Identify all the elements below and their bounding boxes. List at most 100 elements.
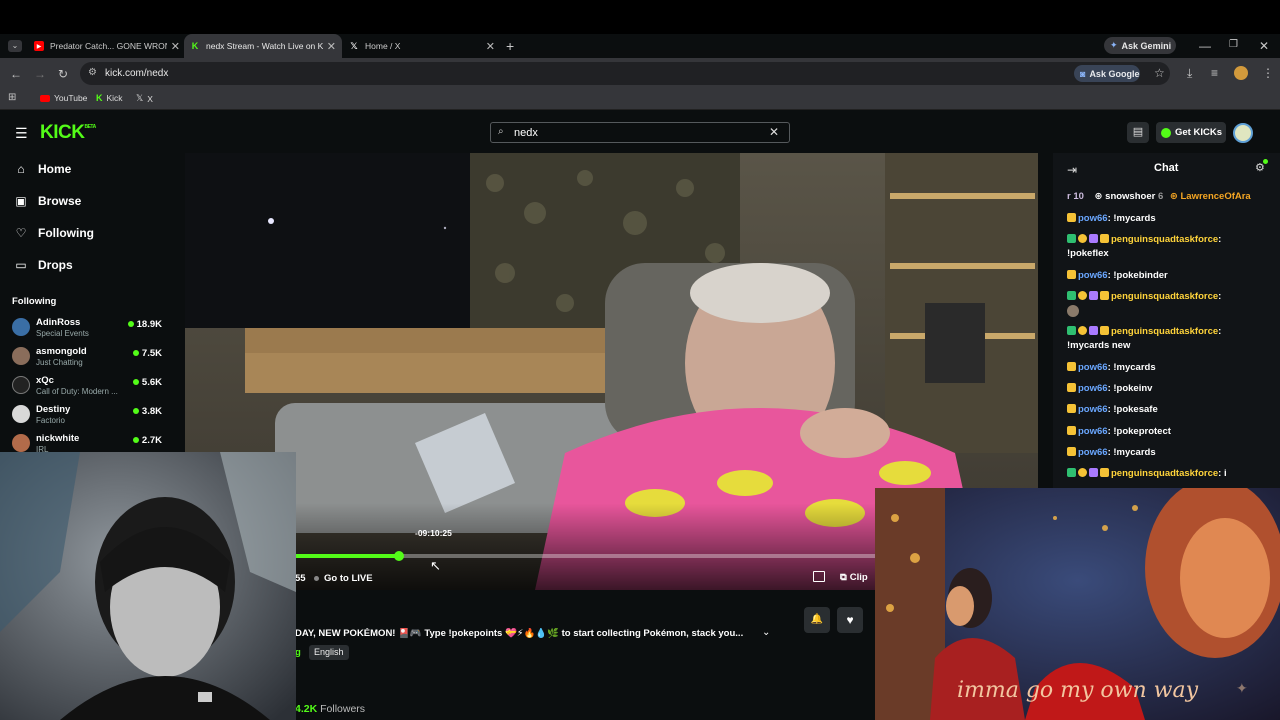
sparkle-icon: ✦ — [1236, 680, 1248, 696]
bookmark-x[interactable]: 𝕏 X — [136, 93, 153, 104]
trophy-icon: ⊛ — [1094, 191, 1103, 202]
language-tag[interactable]: English — [309, 645, 349, 660]
following-item[interactable]: AdinRoss Special Events 18.9K — [12, 315, 162, 341]
apps-grid-icon[interactable]: ⊞ — [8, 93, 16, 103]
avatar — [12, 318, 30, 336]
ask-gemini-button[interactable]: ✦ Ask Gemini — [1104, 37, 1176, 54]
x-icon: 𝕏 — [136, 93, 144, 103]
hover-time: -09:10:25 — [415, 528, 452, 538]
profile-avatar[interactable] — [1234, 66, 1248, 80]
sidebar-item-following[interactable]: ♡ Following — [14, 226, 94, 240]
vip-badge-icon — [1078, 326, 1087, 335]
gift-badge-icon — [1089, 291, 1098, 300]
chat-message: pow66: !mycards — [1067, 213, 1156, 224]
sidebar-item-browse[interactable]: ▣ Browse — [14, 194, 81, 208]
bookmark-youtube[interactable]: YouTube — [40, 93, 87, 103]
close-window-icon[interactable]: ✕ — [1259, 40, 1269, 52]
heart-icon: ♡ — [15, 226, 27, 240]
sub-badge-icon — [1067, 213, 1076, 222]
tab-youtube[interactable]: ▶ Predator Catch... GONE WRONG ✕ — [28, 34, 186, 58]
chat-message: penguinsquadtaskforce: !pokeflex — [1067, 234, 1222, 259]
browse-icon: ▣ — [15, 194, 27, 208]
following-item[interactable]: xQc Call of Duty: Modern ... 5.6K — [12, 373, 162, 399]
kicks-coin-icon — [1161, 127, 1171, 138]
live-dot-icon — [127, 321, 134, 327]
close-tab-icon[interactable]: ✕ — [486, 40, 495, 53]
mod-badge-icon — [1067, 326, 1076, 335]
sub-badge-icon — [1100, 291, 1109, 300]
back-icon[interactable]: ← — [10, 68, 22, 80]
youtube-icon — [40, 94, 50, 102]
clip-button[interactable]: ⧉ Clip — [840, 572, 868, 583]
user-avatar[interactable] — [1233, 123, 1253, 143]
vip-badge-icon — [1078, 291, 1087, 300]
chat-message: pow66: !mycards — [1067, 447, 1156, 458]
viewer-count: 2.7K — [132, 435, 162, 446]
library-icon[interactable]: ▤ — [1127, 122, 1149, 143]
site-info-icon[interactable]: ⚙ — [88, 67, 97, 78]
progress-track[interactable] — [295, 554, 875, 558]
chat-message: pow66: !pokeprotect — [1067, 426, 1171, 437]
webcam-overlay — [0, 452, 296, 720]
clip-icon: ⧉ — [840, 572, 847, 583]
tab-x[interactable]: 𝕏 Home / X ✕ — [343, 34, 501, 58]
browser-tab-bar — [0, 0, 1280, 34]
notification-bell-icon[interactable]: 🔔 — [804, 607, 830, 633]
viewer-count: 18.9K — [127, 319, 162, 330]
avatar — [12, 434, 30, 452]
close-tab-icon[interactable]: ✕ — [171, 40, 180, 53]
vip-badge-icon — [1078, 468, 1087, 477]
tab-search-icon[interactable]: ⌄ — [8, 40, 22, 52]
get-kicks-button[interactable]: Get KICKs — [1156, 122, 1226, 143]
reading-list-icon[interactable]: ≡ — [1211, 67, 1218, 79]
browser-menu-icon[interactable]: ⋮ — [1262, 67, 1274, 79]
chat-leaderboard: r 10 ⊛ snowshoer 6 ⊛ LawrenceOfAra — [1067, 191, 1251, 202]
forward-icon[interactable]: → — [34, 68, 46, 80]
kick-logo[interactable]: KICKBETA — [40, 122, 96, 144]
download-icon[interactable]: ⤓ — [1187, 67, 1192, 79]
chat-title: Chat — [1154, 162, 1179, 174]
home-icon: ⌂ — [17, 162, 25, 176]
sidebar-item-home[interactable]: ⌂ Home — [14, 162, 71, 176]
follow-heart-icon[interactable]: ♥ — [837, 607, 863, 633]
hamburger-menu-icon[interactable]: ☰ — [15, 126, 28, 140]
following-title: Following — [12, 296, 57, 307]
sub-badge-icon — [1067, 404, 1076, 413]
mouse-cursor-icon: ↖ — [430, 558, 441, 573]
chat-message: pow66: !pokebinder — [1067, 270, 1168, 281]
picture-in-picture-icon[interactable] — [813, 571, 825, 582]
avatar — [12, 347, 30, 365]
following-item[interactable]: Destiny Factorio 3.8K — [12, 402, 162, 428]
sub-badge-icon — [1067, 270, 1076, 279]
minimize-icon[interactable]: — — [1199, 40, 1211, 52]
maximize-icon[interactable]: ❐ — [1229, 40, 1238, 50]
emote-icon — [1067, 305, 1079, 317]
expand-title-icon[interactable]: ⌄ — [762, 627, 770, 638]
bookmark-kick[interactable]: K Kick — [96, 93, 123, 103]
sub-badge-icon — [1067, 426, 1076, 435]
close-tab-icon[interactable]: ✕ — [327, 40, 336, 53]
bookmarks-bar — [0, 88, 1280, 110]
following-item[interactable]: asmongold Just Chatting 7.5K — [12, 344, 162, 370]
live-dot-icon — [132, 350, 139, 356]
sub-badge-icon — [1100, 234, 1109, 243]
mod-badge-icon — [1067, 234, 1076, 243]
live-dot-icon — [132, 379, 139, 385]
vip-badge-icon — [1078, 234, 1087, 243]
mod-badge-icon — [1067, 291, 1076, 300]
sub-badge-icon — [1100, 326, 1109, 335]
new-tab-button[interactable]: + — [506, 39, 514, 53]
search-input[interactable]: ⌕ nedx ✕ — [490, 122, 790, 143]
collapse-chat-icon[interactable]: ⇥ — [1067, 163, 1077, 177]
youtube-icon: ▶ — [34, 41, 44, 51]
go-live-button[interactable]: Go to LIVE — [314, 573, 373, 584]
live-dot-icon — [132, 408, 139, 414]
bookmark-star-icon[interactable]: ☆ — [1154, 67, 1165, 79]
address-bar[interactable]: ⚙ kick.com/nedx ◙ Ask Google — [80, 62, 1170, 85]
tab-kick[interactable]: K nedx Stream - Watch Live on Kick ✕ — [184, 34, 342, 58]
clear-search-icon[interactable]: ✕ — [769, 125, 779, 139]
sidebar-item-drops[interactable]: ▭ Drops — [14, 258, 72, 272]
reload-icon[interactable]: ↻ — [58, 68, 68, 80]
ask-google-button[interactable]: ◙ Ask Google — [1074, 65, 1140, 82]
search-icon: ⌕ — [498, 126, 504, 137]
